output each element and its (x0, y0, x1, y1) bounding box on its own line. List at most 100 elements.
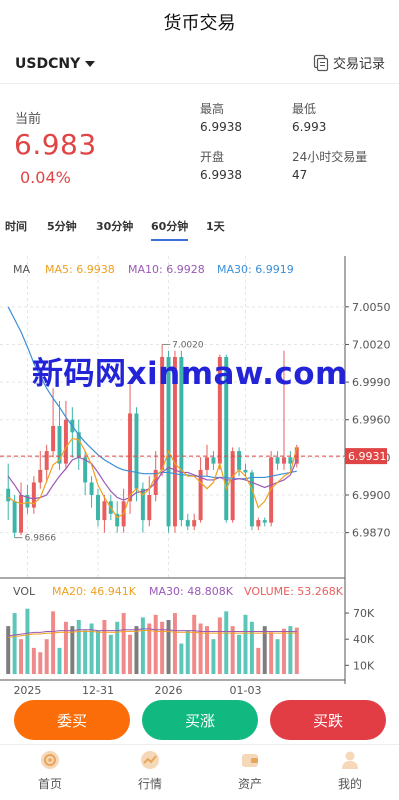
tab-assets[interactable]: 资产 (220, 749, 280, 792)
action-buttons: 委买 买涨 买跌 (0, 700, 399, 740)
volume-bar (121, 613, 126, 674)
tab-home-label: 首页 (37, 777, 62, 791)
candle-body (281, 457, 286, 464)
volume-bar (108, 634, 113, 674)
volume-tick-label: 70K (353, 607, 375, 620)
caret-down-icon (85, 61, 96, 67)
volume-label: 24小时交易量 (292, 150, 368, 164)
candle-body (243, 469, 248, 473)
vol-ma30-legend: MA30: 48.808K (149, 585, 234, 598)
volume-bar (102, 620, 107, 674)
stat-low: 最低 6.993 (292, 100, 326, 136)
ma-legend-label: MA (13, 263, 30, 276)
volume-bar (76, 620, 81, 674)
current-price: 6.983 (14, 128, 97, 161)
price-tick-label: 6.9900 (352, 489, 391, 502)
buy-down-button[interactable]: 买跌 (270, 700, 386, 740)
candle-body (128, 413, 133, 502)
price-tick-label: 6.9990 (352, 376, 391, 389)
volume-bar (217, 617, 222, 674)
volume-bar (249, 621, 254, 674)
period-tab-1day[interactable]: 1天 (206, 218, 225, 234)
chart-grid (0, 256, 345, 578)
volume-bar (38, 652, 43, 674)
buy-up-button[interactable]: 买涨 (142, 700, 258, 740)
volume-bar (281, 628, 286, 674)
volume-bar (192, 614, 197, 674)
volume-bar (6, 626, 11, 674)
low-label: 最低 (292, 102, 317, 116)
volume-bar (31, 647, 36, 674)
volume-bar (63, 621, 68, 674)
volume-bar (153, 614, 158, 674)
period-tab-time[interactable]: 时间 (5, 218, 27, 234)
candle-body (211, 457, 216, 464)
volume-tick-label: 10K (353, 659, 375, 672)
trade-records-label: 交易记录 (332, 57, 385, 72)
tab-market-label: 行情 (137, 777, 162, 791)
volume-tick-label: 40K (353, 633, 375, 646)
tab-mine[interactable]: 我的 (320, 749, 380, 792)
candle-body (147, 495, 152, 521)
title-bar: 货币交易 (0, 0, 399, 44)
volume-bar (51, 611, 56, 674)
volume-bar (83, 630, 88, 674)
user-icon (342, 751, 358, 769)
ma5-legend: MA5: 6.9938 (45, 263, 115, 276)
limit-buy-button[interactable]: 委买 (14, 700, 130, 740)
candle-body (205, 457, 209, 470)
tab-market[interactable]: 行情 (120, 749, 180, 792)
high-label: 最高 (200, 102, 225, 116)
candle-body (51, 426, 56, 452)
ma10-legend: MA10: 6.9928 (128, 263, 205, 276)
trade-records-button[interactable]: 交易记录 (312, 53, 385, 72)
period-tab-60min[interactable]: 60分钟 (151, 218, 189, 241)
stat-open: 开盘 6.9938 (200, 148, 242, 184)
tab-home[interactable]: 首页 (20, 749, 80, 792)
volume-bar (19, 639, 24, 674)
candle-body (96, 495, 100, 521)
candle-body (249, 472, 254, 527)
candle-body (19, 495, 24, 533)
volume-bar (57, 647, 62, 674)
open-label: 开盘 (200, 150, 225, 164)
candle-body (12, 501, 17, 533)
home-icon (41, 751, 59, 769)
volume-bar (269, 632, 274, 674)
candle-body (89, 482, 94, 495)
period-tabs: 时间 5分钟 30分钟 60分钟 1天 (0, 212, 399, 242)
vol-legend-label: VOL (13, 585, 36, 598)
candle-body (6, 488, 11, 502)
candle-body (262, 520, 267, 523)
min-price-label: 6.9866 (25, 534, 57, 544)
page-title: 货币交易 (163, 13, 236, 34)
volume-legend: VOLUME: 53.268K (244, 585, 344, 598)
price-tick-label: 6.9960 (352, 414, 391, 427)
candle-body (275, 457, 280, 464)
volume-bar (25, 608, 30, 674)
tab-assets-label: 资产 (237, 777, 262, 791)
volume-value: 47 (292, 168, 308, 182)
period-tab-5min[interactable]: 5分钟 (47, 218, 77, 234)
pair-bar: USDCNY 交易记录 (0, 44, 399, 84)
kline-chart[interactable]: 7.00507.00206.99906.99606.99306.99006.98… (0, 248, 399, 694)
volume-bars (6, 608, 299, 674)
pair-selector[interactable]: USDCNY (15, 56, 96, 72)
volume-bar (172, 613, 177, 674)
volume-bar (44, 639, 49, 674)
price-tick-label: 6.9870 (352, 527, 391, 540)
wallet-icon (242, 754, 258, 767)
period-tab-30min[interactable]: 30分钟 (96, 218, 133, 234)
ma30-legend: MA30: 6.9919 (217, 263, 294, 276)
candle-body (63, 419, 68, 464)
volume-bar (185, 630, 190, 674)
bottom-tab-bar: 首页 行情 资产 我的 (0, 744, 399, 800)
records-icon (313, 54, 329, 71)
candle-body (192, 520, 197, 527)
time-tick-label: 2026 (155, 684, 183, 694)
time-tick-label: 2025 (13, 684, 41, 694)
volume-bar (294, 627, 299, 674)
current-label: 当前 (15, 112, 42, 127)
candle-body (185, 520, 190, 527)
volume-bar (243, 614, 248, 674)
